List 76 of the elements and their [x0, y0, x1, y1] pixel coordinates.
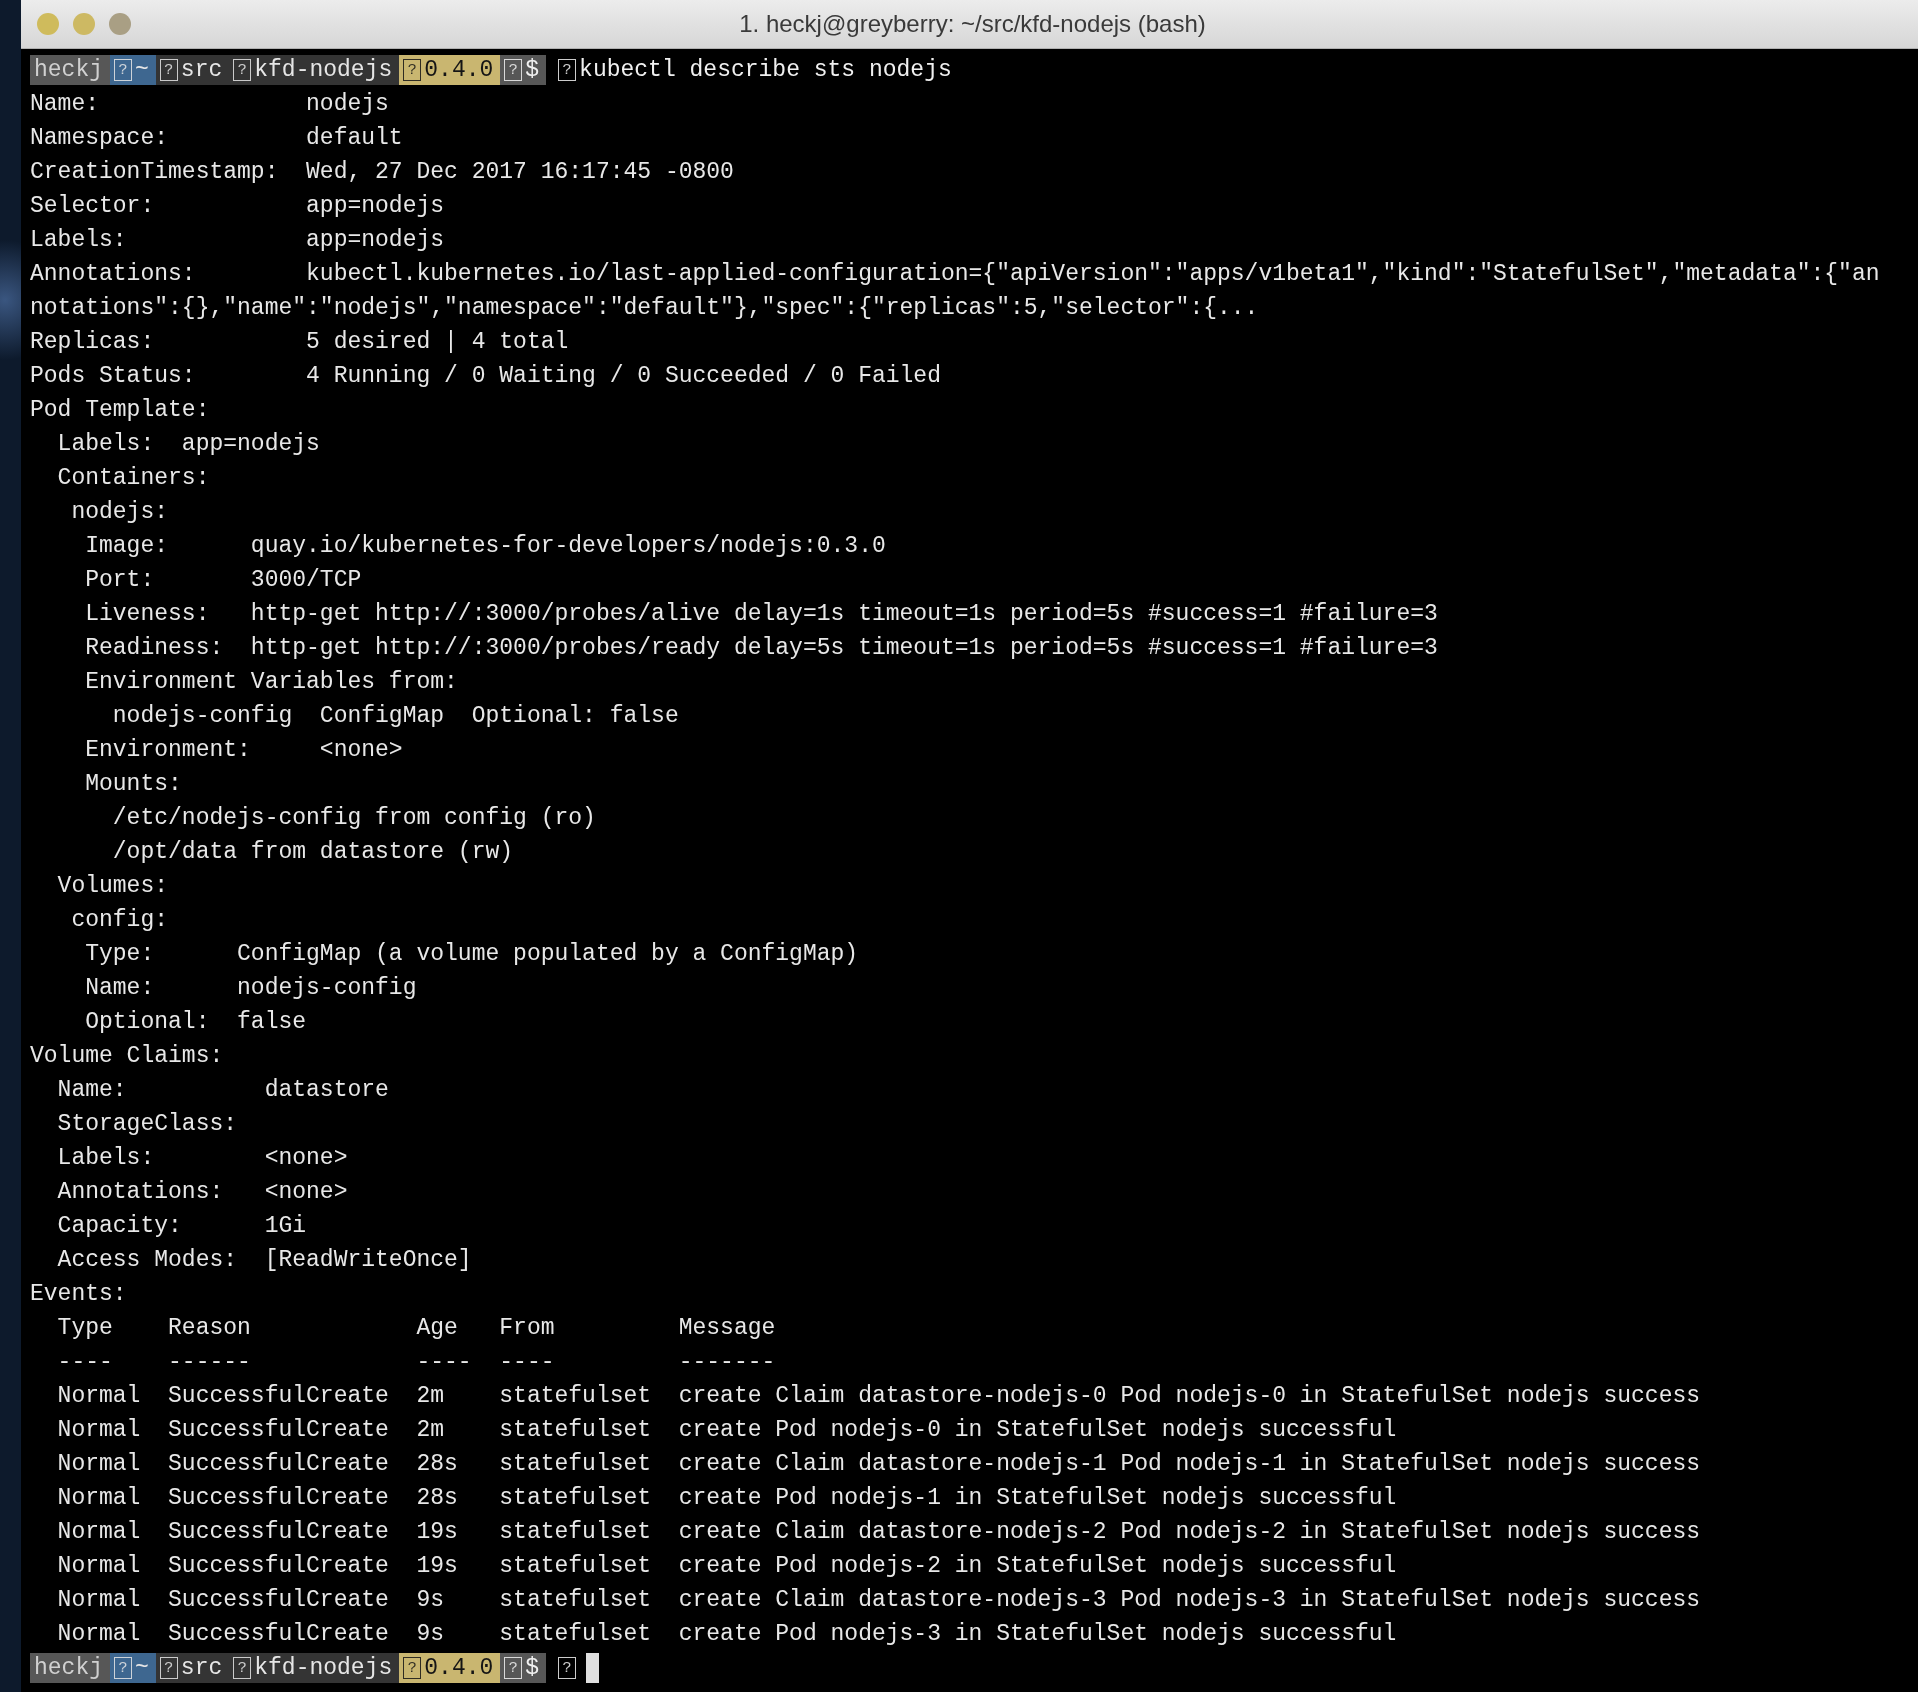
prompt-segment: heckj [30, 1653, 110, 1683]
output-line: Capacity: 1Gi [56, 1213, 307, 1239]
output-line: Normal SuccessfulCreate 28s statefulset create Pod nodejs-1 in StatefulSet nodejs successful [56, 1485, 1397, 1511]
prompt-segment: ? ~ [110, 1653, 156, 1683]
output-line: Selector: app=nodejs [30, 193, 445, 219]
output-line: Normal SuccessfulCreate 19s statefulset create Pod nodejs-2 in StatefulSet nodejs successful [56, 1553, 1397, 1579]
command-text: kubectl describe sts nodejs [579, 56, 952, 85]
output-line: Liveness: http-get http://:3000/probes/alive delay=1s timeout=1s period=5s #success=1 #failure=3 [84, 601, 1438, 627]
minimize-icon[interactable] [73, 13, 95, 35]
output-line: /opt/data from datastore (rw) [111, 839, 514, 865]
prompt-segment: ? 0.4.0 [399, 55, 501, 85]
output-line: ---- ------ ---- ---- ------- [56, 1349, 776, 1375]
missing-glyph: ? [233, 59, 252, 81]
output-line: Normal SuccessfulCreate 2m statefulset create Claim datastore-nodejs-0 Pod nodejs-0 in StatefulSet nodejs success [56, 1383, 1701, 1409]
output-line: Containers: [56, 465, 210, 491]
output-line: Normal SuccessfulCreate 2m statefulset create Pod nodejs-0 in StatefulSet nodejs successful [56, 1417, 1397, 1443]
prompt-segment: ? src [155, 55, 230, 85]
prompt-segment: ? 0.4.0 [399, 1653, 501, 1683]
output-line: Readiness: http-get http://:3000/probes/ready delay=5s timeout=1s period=5s #success=1 #failure=3 [84, 635, 1438, 661]
missing-glyph: ? [233, 1657, 252, 1679]
prompt-segment: ? ~ [110, 55, 156, 85]
missing-glyph: ? [114, 1657, 132, 1679]
prompt-segment: ? src [155, 1653, 230, 1683]
missing-glyph: ? [504, 1657, 523, 1679]
output-line: Replicas: 5 desired | 4 total [30, 329, 569, 355]
output-line: Pods Status: 4 Running / 0 Waiting / 0 Succeeded / 0 Failed [30, 363, 941, 389]
output-line: Labels: app=nodejs [30, 227, 445, 253]
output-line: Name: nodejs [30, 91, 389, 117]
output-line: Image: quay.io/kubernetes-for-developers/nodejs:0.3.0 [84, 533, 886, 559]
output-line: Environment: <none> [84, 737, 403, 763]
output-line: Labels: <none> [56, 1145, 348, 1171]
output-line: Events: [30, 1281, 127, 1307]
text-cursor [586, 1653, 600, 1683]
close-icon[interactable] [37, 13, 59, 35]
output-line: Name: datastore [56, 1077, 389, 1103]
output-line: config: [70, 907, 169, 933]
output-line: Namespace: default [30, 125, 403, 151]
missing-glyph: ? [558, 59, 577, 81]
prompt-segment: ? $ [500, 55, 547, 85]
output-line: Access Modes: [ReadWriteOnce] [56, 1247, 472, 1273]
window-title: 1. heckj@greyberry: ~/src/kfd-nodejs (bash) [738, 10, 1207, 38]
zoom-icon[interactable] [109, 13, 131, 35]
output-line: Normal SuccessfulCreate 19s statefulset create Claim datastore-nodejs-2 Pod nodejs-2 in StatefulSet nodejs success [56, 1519, 1701, 1545]
prompt-segment: ? kfd-nodejs [229, 1653, 400, 1683]
output-line: Environment Variables from: [84, 669, 458, 695]
output-line: Normal SuccessfulCreate 9s statefulset create Claim datastore-nodejs-3 Pod nodejs-3 in StatefulSet nodejs success [56, 1587, 1701, 1613]
missing-glyph: ? [159, 1657, 178, 1679]
output-line: /etc/nodejs-config from config (ro) [111, 805, 596, 831]
missing-glyph: ? [159, 59, 178, 81]
prompt-segment: heckj [30, 55, 110, 85]
output-line: Volume Claims: [30, 1043, 224, 1069]
output-line: Optional: false [84, 1009, 307, 1035]
output-line: Type: ConfigMap (a volume populated by a ConfigMap) [84, 941, 859, 967]
missing-glyph: ? [114, 59, 132, 81]
missing-glyph: ? [558, 1657, 577, 1679]
output-line: Volumes: [56, 873, 169, 899]
output-line: Pod Template: [30, 397, 210, 423]
missing-glyph: ? [403, 59, 422, 81]
output-line: Annotations: kubectl.kubernetes.io/last-applied-configuration={"apiVersion":"apps/v1beta1","kind":"StatefulSet","metadata":{"an [30, 261, 1880, 287]
missing-glyph: ? [504, 59, 523, 81]
output-line: notations":{},"name":"nodejs","namespace":"default"},"spec":{"replicas":5,"selector":{... [30, 295, 1259, 321]
output-line: Annotations: <none> [56, 1179, 348, 1205]
prompt-segment: ? kfd-nodejs [229, 55, 400, 85]
output-line: Name: nodejs-config [84, 975, 417, 1001]
output-line: Normal SuccessfulCreate 28s statefulset create Claim datastore-nodejs-1 Pod nodejs-1 in StatefulSet nodejs success [56, 1451, 1701, 1477]
output-line: Normal SuccessfulCreate 9s statefulset create Pod nodejs-3 in StatefulSet nodejs successful [56, 1621, 1397, 1647]
output-line: nodejs-config ConfigMap Optional: false [111, 703, 679, 729]
output-line: nodejs: [70, 499, 169, 525]
prompt-segment: ? $ [500, 1653, 547, 1683]
output-line: StorageClass: [56, 1111, 238, 1137]
output-line: Mounts: [84, 771, 182, 797]
missing-glyph: ? [403, 1657, 422, 1679]
output-line: CreationTimestamp: Wed, 27 Dec 2017 16:17:45 -0800 [30, 159, 734, 185]
output-line: Port: 3000/TCP [84, 567, 362, 593]
output-line: Type Reason Age From Message [56, 1315, 776, 1341]
output-line: Labels: app=nodejs [56, 431, 320, 457]
